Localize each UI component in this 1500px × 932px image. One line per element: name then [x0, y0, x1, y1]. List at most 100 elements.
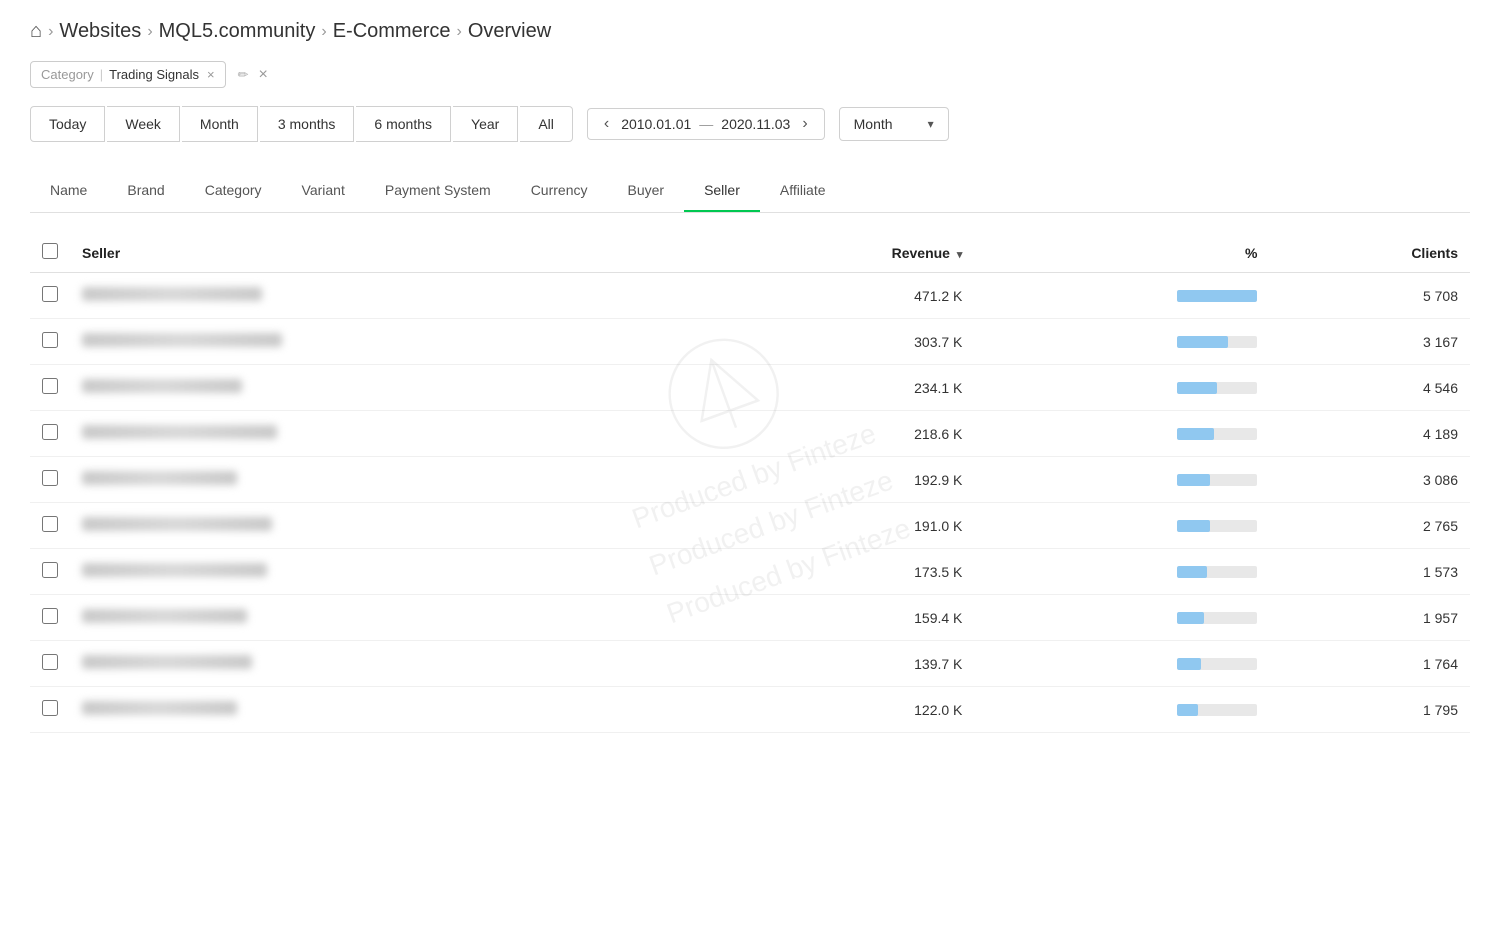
period-week[interactable]: Week [107, 106, 180, 142]
breadcrumb-sep-1: › [147, 23, 152, 41]
clients-cell: 3 167 [1269, 319, 1470, 365]
revenue-cell: 303.7 K [706, 319, 975, 365]
tab-currency[interactable]: Currency [511, 170, 608, 212]
row-checkbox-cell [30, 641, 70, 687]
table-row: 471.2 K 5 708 [30, 273, 1470, 319]
clients-cell: 1 573 [1269, 549, 1470, 595]
percent-bar-container [986, 520, 1257, 532]
seller-name-blurred [82, 425, 277, 439]
percent-cell [974, 549, 1269, 595]
percent-bar-fill [1177, 336, 1228, 348]
tab-buyer[interactable]: Buyer [607, 170, 684, 212]
period-today[interactable]: Today [30, 106, 105, 142]
row-checkbox[interactable] [42, 654, 58, 670]
seller-name-blurred [82, 471, 237, 485]
row-checkbox[interactable] [42, 562, 58, 578]
filter-tag-close-icon[interactable]: × [207, 67, 215, 82]
filter-edit-icon[interactable]: ✏ [238, 67, 249, 83]
clients-cell: 3 086 [1269, 457, 1470, 503]
percent-bar-bg [1177, 566, 1257, 578]
row-checkbox[interactable] [42, 424, 58, 440]
row-checkbox[interactable] [42, 470, 58, 486]
header-checkbox-col [30, 233, 70, 273]
period-3months[interactable]: 3 months [260, 106, 355, 142]
percent-cell [974, 641, 1269, 687]
dropdown-arrow-icon: ▾ [928, 117, 934, 131]
percent-bar-container [986, 290, 1257, 302]
tab-variant[interactable]: Variant [282, 170, 365, 212]
table-row: 218.6 K 4 189 [30, 411, 1470, 457]
seller-name-cell [70, 595, 706, 641]
row-checkbox[interactable] [42, 332, 58, 348]
percent-bar-bg [1177, 520, 1257, 532]
revenue-cell: 234.1 K [706, 365, 975, 411]
clients-cell: 4 189 [1269, 411, 1470, 457]
seller-name-cell [70, 457, 706, 503]
seller-name-cell [70, 687, 706, 733]
period-toolbar: Today Week Month 3 months 6 months Year … [30, 106, 1470, 142]
date-next-button[interactable]: › [798, 115, 811, 133]
header-percent: % [974, 233, 1269, 273]
table-row: 122.0 K 1 795 [30, 687, 1470, 733]
seller-name-cell [70, 319, 706, 365]
sort-arrow-icon: ▾ [957, 249, 963, 261]
percent-bar-bg [1177, 382, 1257, 394]
seller-name-blurred [82, 563, 267, 577]
breadcrumb-ecommerce[interactable]: E-Commerce [333, 20, 451, 43]
breadcrumb-websites[interactable]: Websites [59, 20, 141, 43]
percent-bar-bg [1177, 290, 1257, 302]
select-all-checkbox[interactable] [42, 243, 58, 259]
percent-bar-bg [1177, 336, 1257, 348]
percent-cell [974, 411, 1269, 457]
seller-name-cell [70, 365, 706, 411]
tab-affiliate[interactable]: Affiliate [760, 170, 846, 212]
seller-name-cell [70, 641, 706, 687]
percent-cell [974, 273, 1269, 319]
tab-name[interactable]: Name [30, 170, 107, 212]
percent-bar-fill [1177, 566, 1207, 578]
percent-bar-container [986, 612, 1257, 624]
row-checkbox[interactable] [42, 286, 58, 302]
tab-seller[interactable]: Seller [684, 170, 760, 212]
period-all[interactable]: All [520, 106, 573, 142]
tab-payment-system[interactable]: Payment System [365, 170, 511, 212]
tab-brand[interactable]: Brand [107, 170, 184, 212]
revenue-cell: 122.0 K [706, 687, 975, 733]
breadcrumb-overview[interactable]: Overview [468, 20, 551, 43]
revenue-cell: 192.9 K [706, 457, 975, 503]
home-icon[interactable]: ⌂ [30, 20, 42, 43]
row-checkbox-cell [30, 411, 70, 457]
date-prev-button[interactable]: ‹ [600, 115, 613, 133]
row-checkbox-cell [30, 273, 70, 319]
groupby-dropdown[interactable]: Month ▾ [839, 107, 949, 141]
filter-tags-container: Category | Trading Signals × ✏ × [30, 61, 1470, 88]
breadcrumb-mql5[interactable]: MQL5.community [159, 20, 316, 43]
percent-bar-bg [1177, 658, 1257, 670]
seller-name-blurred [82, 655, 252, 669]
revenue-cell: 471.2 K [706, 273, 975, 319]
period-month[interactable]: Month [182, 106, 258, 142]
header-revenue[interactable]: Revenue ▾ [706, 233, 975, 273]
clients-cell: 1 795 [1269, 687, 1470, 733]
clients-cell: 2 765 [1269, 503, 1470, 549]
date-end: 2020.11.03 [721, 116, 790, 132]
percent-bar-bg [1177, 704, 1257, 716]
percent-bar-fill [1177, 428, 1214, 440]
row-checkbox[interactable] [42, 700, 58, 716]
breadcrumb-sep-3: › [456, 23, 461, 41]
row-checkbox[interactable] [42, 378, 58, 394]
groupby-label: Month [854, 116, 920, 132]
row-checkbox[interactable] [42, 516, 58, 532]
row-checkbox[interactable] [42, 608, 58, 624]
percent-bar-container [986, 658, 1257, 670]
table-row: 191.0 K 2 765 [30, 503, 1470, 549]
tab-navigation: Name Brand Category Variant Payment Syst… [30, 170, 1470, 213]
filter-clear-icon[interactable]: × [259, 66, 268, 84]
percent-bar-container [986, 428, 1257, 440]
date-range-group: ‹ 2010.01.01 — 2020.11.03 › [587, 108, 825, 140]
date-start: 2010.01.01 [621, 116, 691, 132]
period-6months[interactable]: 6 months [356, 106, 451, 142]
tab-category[interactable]: Category [185, 170, 282, 212]
period-year[interactable]: Year [453, 106, 518, 142]
breadcrumb: ⌂ › Websites › MQL5.community › E-Commer… [30, 20, 1470, 43]
